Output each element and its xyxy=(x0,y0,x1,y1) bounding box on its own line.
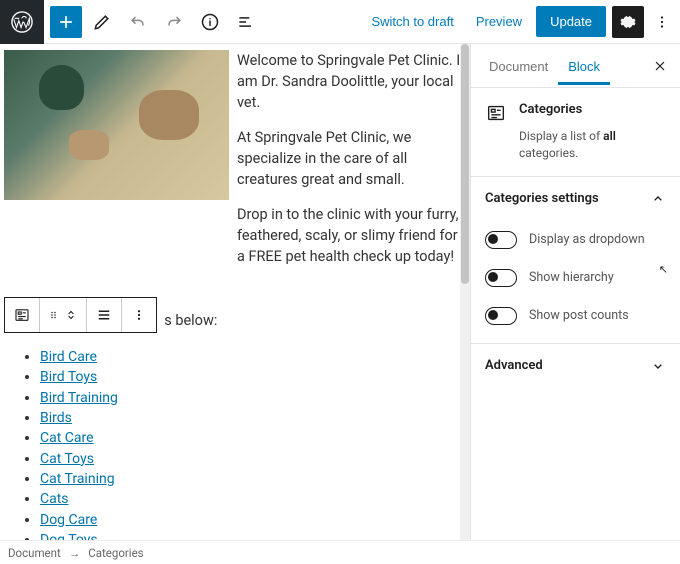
info-icon[interactable] xyxy=(194,6,226,38)
breadcrumb-root[interactable]: Document xyxy=(8,546,61,560)
toggle-label: Show post counts xyxy=(529,308,629,323)
categories-block-icon xyxy=(485,102,507,124)
toolbar-overlap-text: s below: xyxy=(164,312,217,329)
top-toolbar: Switch to draft Preview Update xyxy=(0,0,680,44)
toggle-display-dropdown[interactable] xyxy=(485,231,517,249)
cursor-icon: ↖ xyxy=(659,263,668,276)
category-link[interactable]: Dog Care xyxy=(40,510,462,530)
editor-canvas[interactable]: Welcome to Springvale Pet Clinic. I am D… xyxy=(0,44,470,540)
hero-image xyxy=(4,50,229,200)
toggle-show-post-counts[interactable] xyxy=(485,307,517,325)
breadcrumb: Document → Categories xyxy=(0,540,680,564)
panel-categories-settings[interactable]: Categories settings xyxy=(471,177,680,221)
close-sidebar-button[interactable] xyxy=(648,54,672,78)
intro-text: Welcome to Springvale Pet Clinic. I am D… xyxy=(237,50,462,281)
edit-icon[interactable] xyxy=(86,6,118,38)
category-link[interactable]: Bird Toys xyxy=(40,367,462,387)
tab-document[interactable]: Document xyxy=(479,46,558,85)
undo-button[interactable] xyxy=(122,6,154,38)
category-link[interactable]: Cats xyxy=(40,489,462,509)
block-description: Display a list of all categories. xyxy=(471,128,680,176)
chevron-up-icon xyxy=(650,191,666,207)
chevron-down-icon xyxy=(650,358,666,374)
move-updown-icon[interactable] xyxy=(64,306,78,324)
intro-p1: Welcome to Springvale Pet Clinic. I am D… xyxy=(237,50,462,113)
toggle-show-hierarchy[interactable] xyxy=(485,269,517,287)
block-type-icon[interactable] xyxy=(5,298,40,332)
add-block-button[interactable] xyxy=(50,6,82,38)
settings-button[interactable] xyxy=(612,6,644,38)
category-link[interactable]: Dog Toys xyxy=(40,530,462,540)
update-button[interactable]: Update xyxy=(536,6,606,37)
wp-logo[interactable] xyxy=(0,0,44,44)
panel-advanced[interactable]: Advanced xyxy=(471,344,680,388)
tab-block[interactable]: Block xyxy=(558,46,610,85)
category-link[interactable]: Cat Training xyxy=(40,469,462,489)
drag-handle-icon[interactable] xyxy=(48,306,60,324)
toggle-label: Show hierarchy xyxy=(529,270,614,285)
block-name: Categories xyxy=(519,102,582,117)
settings-sidebar: Document Block Categories Display a list… xyxy=(470,44,680,540)
category-link[interactable]: Cat Care xyxy=(40,428,462,448)
intro-p3: Drop in to the clinic with your furry, f… xyxy=(237,204,462,267)
categories-list: Bird Care Bird Toys Bird Training Birds … xyxy=(40,347,462,540)
redo-button[interactable] xyxy=(158,6,190,38)
toggle-label: Display as dropdown xyxy=(529,232,645,247)
switch-draft-button[interactable]: Switch to draft xyxy=(363,8,461,35)
more-menu-button[interactable] xyxy=(650,6,674,38)
block-toolbar[interactable] xyxy=(4,297,157,333)
category-link[interactable]: Cat Toys xyxy=(40,449,462,469)
intro-p2: At Springvale Pet Clinic, we specialize … xyxy=(237,127,462,190)
preview-button[interactable]: Preview xyxy=(468,8,530,35)
breadcrumb-current: Categories xyxy=(88,546,143,560)
outline-icon[interactable] xyxy=(230,6,262,38)
align-button[interactable] xyxy=(87,298,122,332)
category-link[interactable]: Bird Training xyxy=(40,388,462,408)
category-link[interactable]: Birds xyxy=(40,408,462,428)
category-link[interactable]: Bird Care xyxy=(40,347,462,367)
block-more-button[interactable] xyxy=(122,298,156,332)
